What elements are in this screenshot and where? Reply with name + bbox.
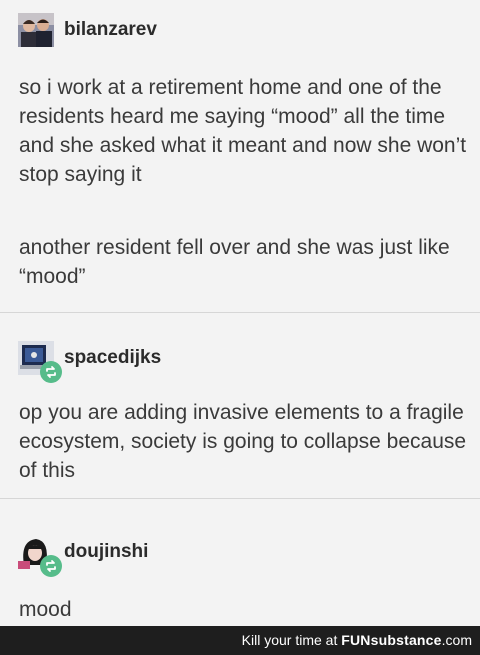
post-doujinshi: doujinshi mood — [0, 499, 480, 625]
post-header: spacedijks — [18, 341, 161, 383]
watermark-footer: Kill your time at FUNsubstance.com — [0, 626, 480, 655]
tumblr-thread: bilanzarev so i work at a retirement hom… — [0, 0, 480, 655]
post-text: mood — [19, 598, 72, 621]
post-spacedijks: spacedijks op you are adding invasive el… — [0, 313, 480, 498]
post-header: bilanzarev — [18, 13, 157, 47]
post-text: so i work at a retirement home and one o… — [19, 76, 467, 186]
reblog-icon — [40, 555, 62, 577]
footer-domain: .com — [441, 632, 472, 648]
post-text: another resident fell over and she was j… — [19, 236, 450, 288]
post-text: op you are adding invasive elements to a… — [19, 401, 467, 482]
laptop-avatar-icon[interactable] — [18, 341, 62, 383]
username[interactable]: spacedijks — [64, 347, 161, 369]
footer-brand: FUNsubstance — [341, 632, 442, 648]
anime-avatar-icon[interactable] — [18, 535, 62, 577]
footer-text: Kill your time at — [241, 632, 342, 648]
reblog-icon — [40, 361, 62, 383]
photo-avatar-icon[interactable] — [18, 13, 54, 47]
username[interactable]: bilanzarev — [64, 19, 157, 41]
post-header: doujinshi — [18, 535, 148, 577]
username[interactable]: doujinshi — [64, 541, 148, 563]
watermark-text[interactable]: Kill your time at FUNsubstance.com — [242, 632, 472, 648]
post-bilanzarev: bilanzarev so i work at a retirement hom… — [0, 0, 480, 312]
